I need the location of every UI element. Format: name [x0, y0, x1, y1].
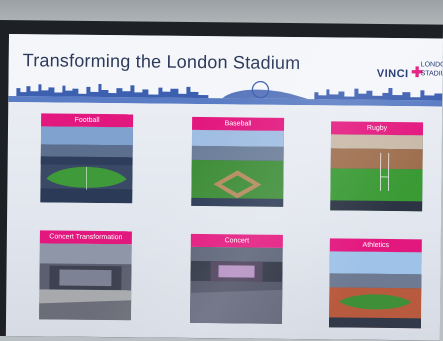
tile-label-concert: Concert [191, 234, 283, 248]
tile-football[interactable]: Football [40, 113, 133, 203]
concert-transformation-photo [39, 243, 132, 320]
london-skyline-graphic [8, 78, 442, 107]
london-stadium-logo-text: LONDON STADIUM [421, 60, 443, 78]
concert-crowd-photo [190, 247, 283, 324]
tile-athletics[interactable]: Athletics [329, 238, 422, 328]
tile-concert[interactable]: Concert [190, 234, 283, 324]
tile-baseball[interactable]: Baseball [191, 117, 284, 207]
tile-label-football: Football [41, 113, 133, 127]
baseball-diamond-photo [191, 130, 284, 207]
tile-label-athletics: Athletics [330, 238, 422, 252]
slide-title: Transforming the London Stadium [23, 50, 301, 74]
tile-concert-transformation[interactable]: Concert Transformation [39, 230, 132, 320]
tile-rugby[interactable]: Rugby [330, 121, 423, 211]
rugby-pitch-photo [330, 134, 423, 211]
tile-label-baseball: Baseball [192, 117, 284, 131]
presentation-screen: Transforming the London Stadium VINCI LO… [6, 34, 443, 341]
football-pitch-photo [40, 126, 133, 203]
athletics-track-photo [329, 251, 422, 328]
slide-header: Transforming the London Stadium VINCI LO… [8, 34, 443, 107]
tile-label-rugby: Rugby [331, 121, 423, 135]
vinci-logo-text: VINCI [377, 68, 409, 80]
tile-label-concert-transformation: Concert Transformation [40, 230, 132, 244]
